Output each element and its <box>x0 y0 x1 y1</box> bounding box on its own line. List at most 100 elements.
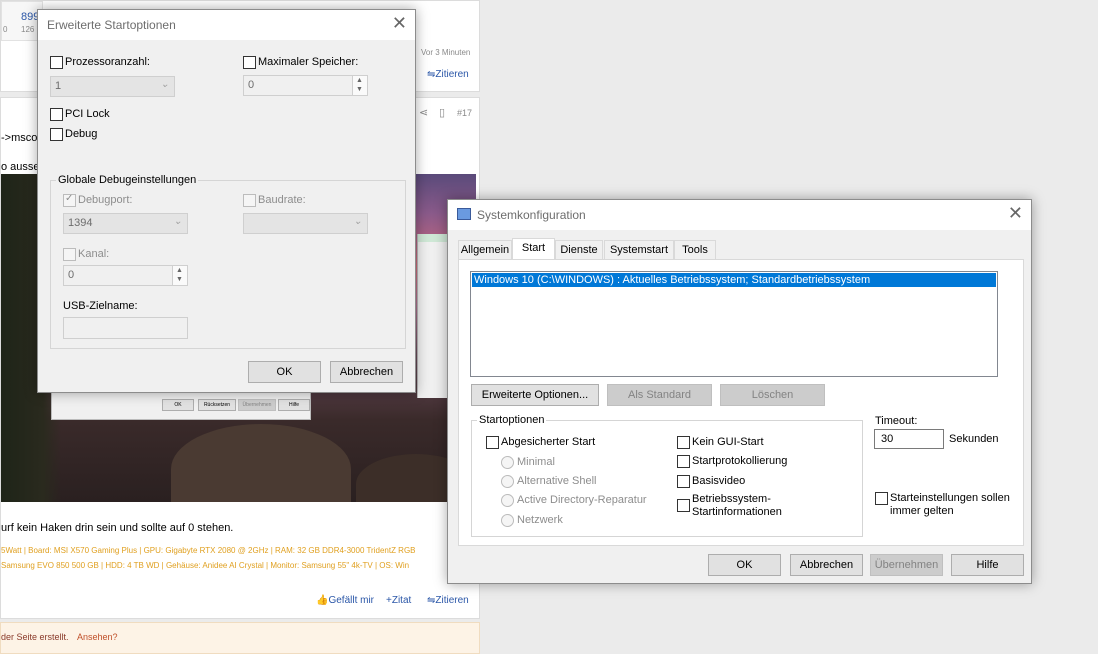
thumb-help-button: Hilfe <box>278 399 310 411</box>
channel-stepper[interactable]: 0 ▲ ▼ <box>63 265 188 286</box>
thumb-back-button: Rücksetzen <box>198 399 236 411</box>
bookmark-icon[interactable]: ▯ <box>439 106 445 119</box>
timeout-value: 30 <box>881 433 894 445</box>
ad-repair-radio[interactable] <box>501 494 514 507</box>
processor-count-checkbox[interactable] <box>50 56 63 69</box>
quote-label: Zitieren <box>435 595 469 606</box>
pci-lock-label: PCI Lock <box>65 108 110 120</box>
max-memory-label: Maximaler Speicher: <box>258 56 359 68</box>
stepper-buttons[interactable]: ▲ ▼ <box>172 266 187 285</box>
tab-general[interactable]: Allgemein <box>458 240 512 261</box>
notice-link[interactable]: Ansehen? <box>77 632 118 642</box>
cancel-button[interactable]: Abbrechen <box>790 554 863 576</box>
share-icon[interactable]: ⋖ <box>419 106 428 119</box>
network-radio[interactable] <box>501 514 514 527</box>
channel-checkbox[interactable] <box>63 248 76 261</box>
image-dialog-thumbnail: OK Rücksetzen Übernehmen Hilfe <box>51 390 311 420</box>
alternative-shell-label: Alternative Shell <box>517 475 597 487</box>
signature-line-1: 5Watt | Board: MSI X570 Gaming Plus | GP… <box>1 546 416 555</box>
max-memory-value: 0 <box>248 79 255 91</box>
notice-bar: der Seite erstellt. Ansehen? <box>0 622 480 654</box>
cancel-button[interactable]: Abbrechen <box>330 361 403 383</box>
dialog-title: Systemkonfiguration <box>477 208 586 222</box>
debug-checkbox[interactable] <box>50 128 63 141</box>
arrow-down-icon[interactable]: ▼ <box>176 276 183 283</box>
alternative-shell-radio[interactable] <box>501 475 514 488</box>
post-subnumber: 126 <box>21 25 35 34</box>
quote-link-top[interactable]: ⇋Zitieren <box>427 69 469 80</box>
arrow-up-icon[interactable]: ▲ <box>176 267 183 274</box>
os-boot-info-checkbox[interactable] <box>677 499 690 512</box>
processor-count-value: 1 <box>55 80 62 92</box>
pci-lock-checkbox[interactable] <box>50 108 63 121</box>
usb-target-label: USB-Zielname: <box>63 300 138 312</box>
quote-plus-link[interactable]: +Zitat <box>386 595 411 606</box>
system-configuration-dialog: Systemkonfiguration ✕ Allgemein Start Di… <box>447 199 1032 584</box>
no-gui-boot-checkbox[interactable] <box>677 436 690 449</box>
advanced-boot-options-dialog: Erweiterte Startoptionen ✕ Prozessoranza… <box>37 9 416 393</box>
usb-target-input[interactable] <box>63 317 188 339</box>
boot-options-group-title: Startoptionen <box>477 414 547 426</box>
title-bar: Systemkonfiguration ✕ <box>448 200 1031 230</box>
delete-button[interactable]: Löschen <box>720 384 825 406</box>
ok-button[interactable]: OK <box>248 361 321 383</box>
apply-button[interactable]: Übernehmen <box>870 554 943 576</box>
chevron-down-icon: ⌄ <box>173 216 182 227</box>
help-button[interactable]: Hilfe <box>951 554 1024 576</box>
network-label: Netzwerk <box>517 514 563 526</box>
dialog-title: Erweiterte Startoptionen <box>47 18 176 32</box>
seconds-label: Sekunden <box>949 433 999 445</box>
boot-log-checkbox[interactable] <box>677 455 690 468</box>
tab-boot[interactable]: Start <box>512 238 555 261</box>
boot-entries-list[interactable]: Windows 10 (C:\WINDOWS) : Aktuelles Betr… <box>470 271 998 377</box>
arrow-up-icon[interactable]: ▲ <box>356 77 363 84</box>
image-dialog-thumbnail-right <box>417 234 448 398</box>
quote-link-label: Zitieren <box>435 69 469 80</box>
safe-boot-checkbox[interactable] <box>486 436 499 449</box>
set-default-button[interactable]: Als Standard <box>607 384 712 406</box>
os-boot-info-label-line2: Startinformationen <box>692 506 782 518</box>
tab-services[interactable]: Dienste <box>555 240 603 261</box>
like-link[interactable]: 👍Gefällt mir <box>316 595 374 606</box>
boot-entry-label: Windows 10 (C:\WINDOWS) : Aktuelles Betr… <box>474 274 871 286</box>
max-memory-checkbox[interactable] <box>243 56 256 69</box>
max-memory-stepper[interactable]: 0 ▲ ▼ <box>243 75 368 96</box>
processor-count-label: Prozessoranzahl: <box>65 56 150 68</box>
timeout-input[interactable]: 30 <box>874 429 944 449</box>
quote-link[interactable]: ⇋Zitieren <box>427 595 469 606</box>
tab-tools[interactable]: Tools <box>674 240 716 261</box>
thumb-apply-button: Übernehmen <box>238 399 276 411</box>
channel-label: Kanal: <box>78 248 110 260</box>
chevron-down-icon: ⌄ <box>353 216 362 227</box>
baudrate-checkbox[interactable] <box>243 194 256 207</box>
thumb-green-bar <box>418 234 448 242</box>
no-gui-boot-label: Kein GUI-Start <box>692 436 764 448</box>
advanced-options-button[interactable]: Erweiterte Optionen... <box>471 384 599 406</box>
persist-settings-label-line1: Starteinstellungen sollen <box>890 492 1010 504</box>
thumb-ok-button: OK <box>162 399 194 411</box>
baudrate-label: Baudrate: <box>258 194 306 206</box>
quote-plus-label: Zitat <box>391 595 412 606</box>
arrow-down-icon[interactable]: ▼ <box>356 86 363 93</box>
debugport-select[interactable]: 1394 ⌄ <box>63 213 188 234</box>
minimal-radio[interactable] <box>501 456 514 469</box>
boot-entry-selected[interactable]: Windows 10 (C:\WINDOWS) : Aktuelles Betr… <box>472 273 996 287</box>
tab-startup[interactable]: Systemstart <box>604 240 674 261</box>
close-icon[interactable]: ✕ <box>1008 203 1023 223</box>
debugport-label: Debugport: <box>78 194 133 206</box>
post-zero: 0 <box>3 25 8 34</box>
os-boot-info-label-line1: Betriebssystem- <box>692 493 771 505</box>
baudrate-select[interactable]: ⌄ <box>243 213 368 234</box>
close-icon[interactable]: ✕ <box>392 13 407 33</box>
stepper-buttons[interactable]: ▲ ▼ <box>352 76 367 95</box>
debugport-checkbox[interactable]: ✓ <box>63 193 76 207</box>
rock-shape <box>171 424 351 502</box>
post-body-text: urf kein Haken drin sein und sollte auf … <box>1 522 234 534</box>
persist-settings-checkbox[interactable] <box>875 492 888 505</box>
ok-button[interactable]: OK <box>708 554 781 576</box>
base-video-checkbox[interactable] <box>677 475 690 488</box>
chevron-down-icon: ⌄ <box>160 79 169 90</box>
post-number-17: #17 <box>457 108 473 118</box>
processor-count-select[interactable]: 1 ⌄ <box>50 76 175 97</box>
safe-boot-label: Abgesicherter Start <box>501 436 596 448</box>
